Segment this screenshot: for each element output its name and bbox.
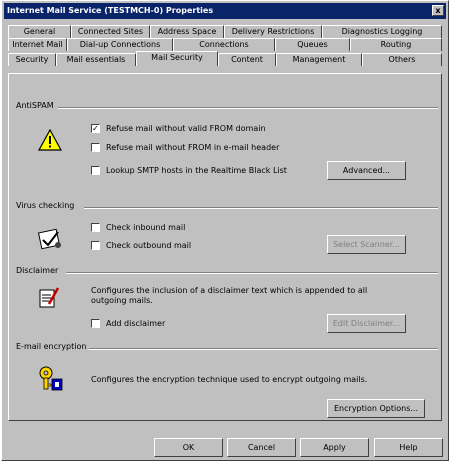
virus-heading: Virus checking <box>16 201 78 210</box>
lookup-smtp-checkbox[interactable] <box>91 166 100 175</box>
tab-internet-mail[interactable]: Internet Mail <box>8 38 67 51</box>
tab-general[interactable]: General <box>8 25 71 38</box>
add-disclaimer-label: Add disclaimer <box>106 319 166 328</box>
disclaimer-description: Configures the inclusion of a disclaimer… <box>91 286 368 305</box>
virus-separator <box>84 207 438 209</box>
lookup-smtp-label: Lookup SMTP hosts in the Realtime Black … <box>106 166 287 175</box>
antispam-heading: AntiSPAM <box>16 101 57 110</box>
disclaimer-separator <box>66 272 438 274</box>
close-icon: x <box>435 6 441 15</box>
tab-row-3: Security Mail essentials Mail Security C… <box>8 51 442 66</box>
advanced-button[interactable]: Advanced... <box>327 161 406 180</box>
encryption-options-button[interactable]: Encryption Options... <box>327 399 425 418</box>
properties-dialog: Internet Mail Service (TESTMCH-0) Proper… <box>1 0 449 461</box>
close-button[interactable]: x <box>432 5 444 16</box>
refuse-from-domain-checkbox[interactable]: ✓ <box>91 124 100 133</box>
tab-mail-security[interactable]: Mail Security <box>136 51 218 66</box>
check-inbound-checkbox[interactable] <box>91 223 100 232</box>
virus-check-icon <box>37 227 64 253</box>
tab-others[interactable]: Others <box>362 53 442 66</box>
tab-diagnostics-logging[interactable]: Diagnostics Logging <box>322 25 442 38</box>
refuse-from-domain-label: Refuse mail without valid FROM domain <box>106 124 266 133</box>
tab-routing[interactable]: Routing <box>350 38 442 51</box>
add-disclaimer-checkbox[interactable] <box>91 319 100 328</box>
tab-queues[interactable]: Queues <box>275 38 350 51</box>
disclaimer-edit-icon <box>38 286 62 312</box>
tab-management[interactable]: Management <box>276 53 362 66</box>
encryption-separator <box>84 348 438 350</box>
check-outbound-checkbox[interactable] <box>91 241 100 250</box>
disclaimer-heading: Disclaimer <box>16 266 62 275</box>
tab-dial-up-connections[interactable]: Dial-up Connections <box>67 38 173 51</box>
check-inbound-label: Check inbound mail <box>106 223 186 232</box>
tab-content[interactable]: Content <box>218 53 276 66</box>
window-title: Internet Mail Service (TESTMCH-0) Proper… <box>7 6 214 15</box>
title-bar[interactable]: Internet Mail Service (TESTMCH-0) Proper… <box>4 3 446 19</box>
tab-mail-essentials[interactable]: Mail essentials <box>56 53 136 66</box>
help-button[interactable]: Help <box>374 438 443 457</box>
encryption-heading: E-mail encryption <box>16 342 90 351</box>
refuse-from-header-label: Refuse mail without FROM in e-mail heade… <box>106 143 280 152</box>
antispam-separator <box>58 107 438 109</box>
refuse-from-header-checkbox[interactable] <box>91 143 100 152</box>
tab-address-space[interactable]: Address Space <box>150 25 224 38</box>
tab-row-1: General Connected Sites Address Space De… <box>8 25 442 38</box>
edit-disclaimer-button[interactable]: Edit Disclaimer... <box>327 314 406 333</box>
cancel-button[interactable]: Cancel <box>227 438 296 457</box>
check-outbound-label: Check outbound mail <box>106 241 192 250</box>
encryption-key-icon <box>38 365 64 393</box>
ok-button[interactable]: OK <box>154 438 223 457</box>
encryption-description: Configures the encryption technique used… <box>91 375 368 384</box>
apply-button[interactable]: Apply <box>300 438 369 457</box>
tab-delivery-restrictions[interactable]: Delivery Restrictions <box>224 25 322 38</box>
warning-icon <box>37 128 63 153</box>
select-scanner-button[interactable]: Select Scanner... <box>327 235 406 254</box>
tab-row-2: Internet Mail Dial-up Connections Connec… <box>8 38 442 51</box>
tab-security[interactable]: Security <box>8 53 56 66</box>
tab-connections[interactable]: Connections <box>173 38 275 51</box>
tab-connected-sites[interactable]: Connected Sites <box>71 25 150 38</box>
